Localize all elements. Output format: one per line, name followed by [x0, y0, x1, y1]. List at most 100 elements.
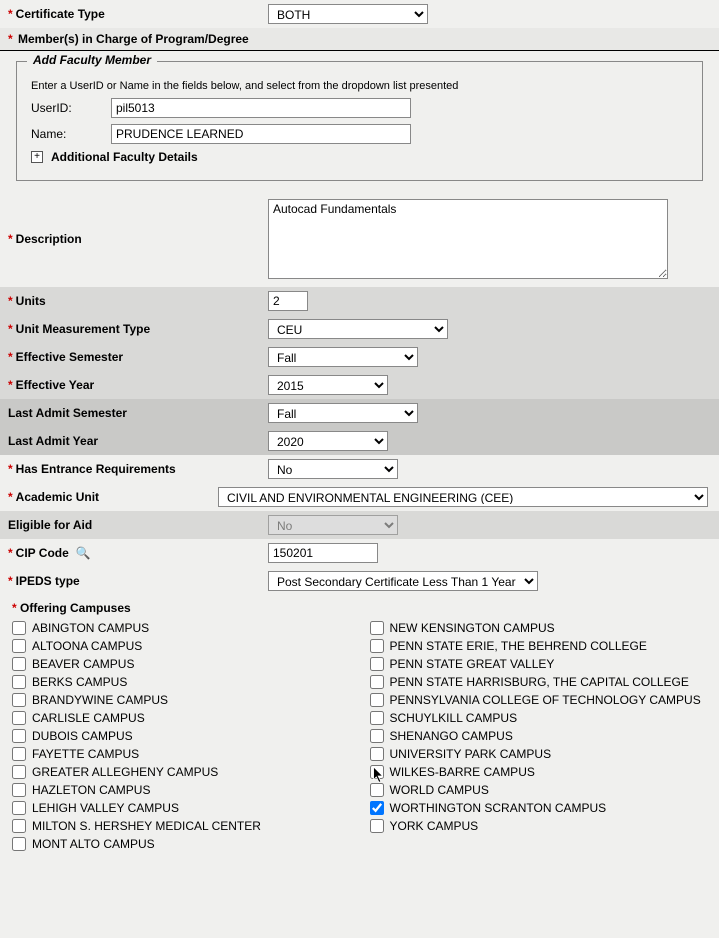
campus-checkbox[interactable]	[12, 837, 26, 851]
unit-measurement-select[interactable]: CEU	[268, 319, 448, 339]
certificate-type-label: * Certificate Type	[8, 7, 268, 21]
last-admit-semester-select[interactable]: Fall	[268, 403, 418, 423]
offering-campuses-section: * Offering Campuses ABINGTON CAMPUSNEW K…	[0, 595, 719, 857]
campus-item: GREATER ALLEGHENY CAMPUS	[12, 765, 350, 779]
required-icon: *	[8, 574, 13, 588]
campus-label: PENN STATE HARRISBURG, THE CAPITAL COLLE…	[390, 675, 689, 689]
certificate-type-label-text: Certificate Type	[16, 7, 105, 21]
campus-label: SHENANGO CAMPUS	[390, 729, 513, 743]
campus-checkbox[interactable]	[12, 729, 26, 743]
campus-grid: ABINGTON CAMPUSNEW KENSINGTON CAMPUSALTO…	[12, 621, 707, 851]
ipeds-row: * IPEDS type Post Secondary Certificate …	[0, 567, 719, 595]
name-input[interactable]	[111, 124, 411, 144]
campus-item: PENN STATE HARRISBURG, THE CAPITAL COLLE…	[370, 675, 708, 689]
required-icon: *	[12, 601, 17, 615]
campus-label: DUBOIS CAMPUS	[32, 729, 133, 743]
campus-item: PENN STATE GREAT VALLEY	[370, 657, 708, 671]
campus-checkbox[interactable]	[12, 819, 26, 833]
certificate-type-row: * Certificate Type BOTH	[0, 0, 719, 28]
campus-checkbox[interactable]	[370, 693, 384, 707]
effective-semester-select[interactable]: Fall	[268, 347, 418, 367]
campus-checkbox[interactable]	[370, 747, 384, 761]
campus-checkbox[interactable]	[12, 621, 26, 635]
campus-checkbox[interactable]	[370, 819, 384, 833]
campus-item: FAYETTE CAMPUS	[12, 747, 350, 761]
campus-item: BRANDYWINE CAMPUS	[12, 693, 350, 707]
required-icon: *	[8, 490, 13, 504]
ipeds-label: IPEDS type	[16, 574, 80, 588]
description-textarea[interactable]: Autocad Fundamentals	[268, 199, 668, 279]
name-label: Name:	[31, 127, 111, 141]
campus-label: NEW KENSINGTON CAMPUS	[390, 621, 555, 635]
expand-icon[interactable]: +	[31, 151, 43, 163]
campus-checkbox[interactable]	[370, 657, 384, 671]
campus-checkbox[interactable]	[12, 783, 26, 797]
campus-label: BERKS CAMPUS	[32, 675, 127, 689]
campus-checkbox[interactable]	[370, 675, 384, 689]
faculty-instructions: Enter a UserID or Name in the fields bel…	[31, 80, 688, 92]
academic-unit-select[interactable]: CIVIL AND ENVIRONMENTAL ENGINEERING (CEE…	[218, 487, 708, 507]
last-admit-semester-label: Last Admit Semester	[8, 406, 127, 420]
effective-year-row: * Effective Year 2015	[0, 371, 719, 399]
name-row: Name:	[31, 124, 688, 144]
campus-item: YORK CAMPUS	[370, 819, 708, 833]
campus-item: PENN STATE ERIE, THE BEHREND COLLEGE	[370, 639, 708, 653]
campus-label: FAYETTE CAMPUS	[32, 747, 139, 761]
campus-checkbox[interactable]	[370, 765, 384, 779]
units-input[interactable]	[268, 291, 308, 311]
cip-code-label: CIP Code	[16, 546, 69, 560]
campus-item: BEAVER CAMPUS	[12, 657, 350, 671]
campus-checkbox[interactable]	[370, 729, 384, 743]
campus-label: BEAVER CAMPUS	[32, 657, 134, 671]
add-faculty-fieldset: Add Faculty Member Enter a UserID or Nam…	[16, 61, 703, 181]
unit-measurement-label: Unit Measurement Type	[16, 322, 150, 336]
effective-year-label: Effective Year	[16, 378, 95, 392]
campus-checkbox[interactable]	[12, 801, 26, 815]
add-faculty-legend: Add Faculty Member	[27, 53, 157, 67]
campus-label: CARLISLE CAMPUS	[32, 711, 145, 725]
required-icon: *	[8, 294, 13, 308]
cip-code-input[interactable]	[268, 543, 378, 563]
campus-item: WORLD CAMPUS	[370, 783, 708, 797]
campus-item: DUBOIS CAMPUS	[12, 729, 350, 743]
campus-checkbox[interactable]	[12, 693, 26, 707]
campus-item: LEHIGH VALLEY CAMPUS	[12, 801, 350, 815]
entrance-req-select[interactable]: No	[268, 459, 398, 479]
campus-label: MONT ALTO CAMPUS	[32, 837, 155, 851]
campus-item: SCHUYLKILL CAMPUS	[370, 711, 708, 725]
certificate-type-select[interactable]: BOTH	[268, 4, 428, 24]
campus-label: WORLD CAMPUS	[390, 783, 489, 797]
required-icon: *	[8, 322, 13, 336]
campus-label: YORK CAMPUS	[390, 819, 479, 833]
campus-checkbox[interactable]	[370, 783, 384, 797]
campus-label: GREATER ALLEGHENY CAMPUS	[32, 765, 218, 779]
userid-input[interactable]	[111, 98, 411, 118]
campus-label: UNIVERSITY PARK CAMPUS	[390, 747, 552, 761]
campus-label: PENN STATE GREAT VALLEY	[390, 657, 555, 671]
campus-checkbox[interactable]	[370, 801, 384, 815]
campus-checkbox[interactable]	[12, 639, 26, 653]
campus-label: WORTHINGTON SCRANTON CAMPUS	[390, 801, 607, 815]
campus-checkbox[interactable]	[12, 765, 26, 779]
campus-item: MONT ALTO CAMPUS	[12, 837, 350, 851]
campus-checkbox[interactable]	[370, 639, 384, 653]
campus-checkbox[interactable]	[12, 657, 26, 671]
description-label-cell: * Description	[8, 232, 268, 246]
campus-label: LEHIGH VALLEY CAMPUS	[32, 801, 179, 815]
campus-checkbox[interactable]	[12, 675, 26, 689]
campus-checkbox[interactable]	[370, 711, 384, 725]
search-icon[interactable]: 🔍	[76, 546, 91, 560]
members-header: * Member(s) in Charge of Program/Degree	[0, 28, 719, 51]
campus-label: PENN STATE ERIE, THE BEHREND COLLEGE	[390, 639, 647, 653]
campus-checkbox[interactable]	[370, 621, 384, 635]
effective-year-select[interactable]: 2015	[268, 375, 388, 395]
campus-checkbox[interactable]	[12, 747, 26, 761]
effective-semester-row: * Effective Semester Fall	[0, 343, 719, 371]
campus-label: ALTOONA CAMPUS	[32, 639, 142, 653]
required-icon: *	[8, 350, 13, 364]
academic-unit-label: Academic Unit	[16, 490, 99, 504]
last-admit-year-select[interactable]: 2020	[268, 431, 388, 451]
ipeds-select[interactable]: Post Secondary Certificate Less Than 1 Y…	[268, 571, 538, 591]
entrance-req-label: Has Entrance Requirements	[16, 462, 176, 476]
campus-checkbox[interactable]	[12, 711, 26, 725]
